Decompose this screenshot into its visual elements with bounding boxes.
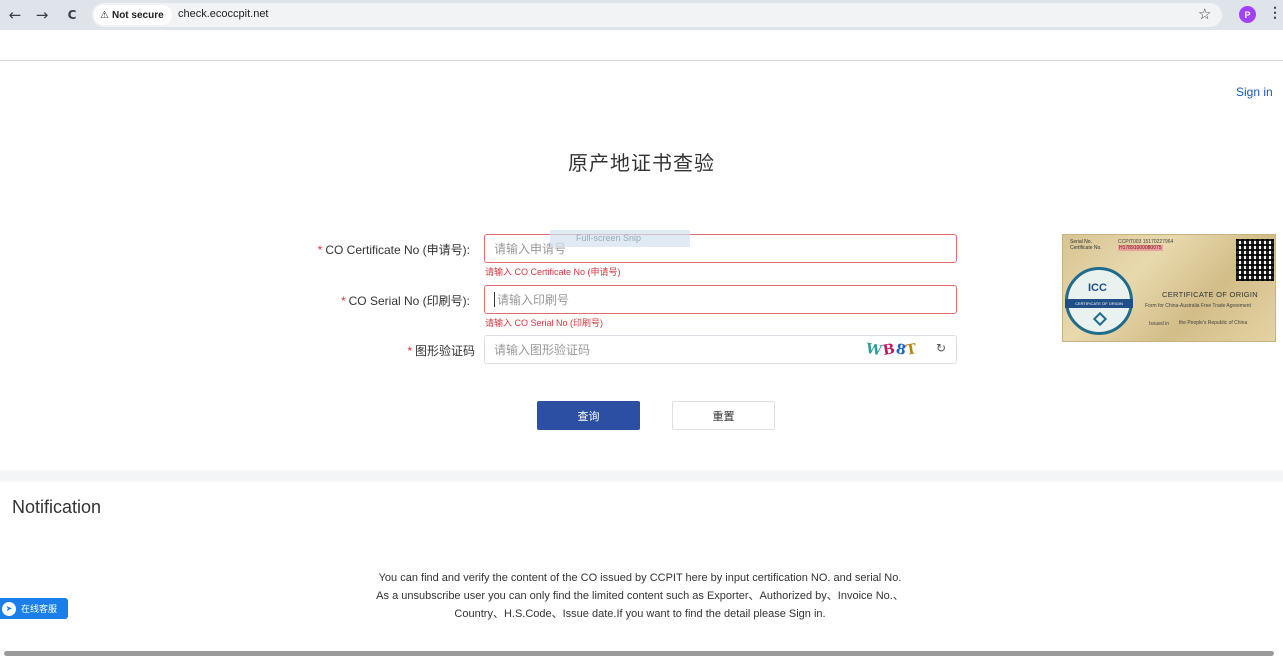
notification-line: You can find and verify the content of t…: [378, 572, 902, 584]
icc-seal: ICC CERTIFICATE OF ORIGIN: [1065, 267, 1133, 335]
url-text[interactable]: check.ecoccpit.net: [178, 8, 269, 20]
page-title: 原产地证书查验: [568, 153, 715, 175]
serial-no-label: * CO Serial No (印刷号):: [270, 292, 470, 309]
cert-labels: Serial No. Certificate No.: [1070, 239, 1102, 251]
security-label: Not secure: [111, 9, 164, 21]
warning-icon: ⚠: [100, 9, 109, 21]
online-support-button[interactable]: ➤ 在线客服: [0, 598, 68, 619]
browser-menu-icon[interactable]: ⋮: [1268, 4, 1282, 21]
captcha-char: T: [905, 341, 919, 359]
serial-no-label-text: CO Serial No (印刷号):: [348, 294, 470, 308]
profile-avatar[interactable]: P: [1239, 6, 1256, 23]
captcha-label-text: 图形验证码: [414, 344, 475, 358]
sign-in-link[interactable]: Sign in: [1236, 85, 1273, 99]
back-icon[interactable]: ←: [4, 4, 26, 26]
cert-certificate-value: H17891000080075: [1118, 245, 1163, 251]
certificate-sample-image: Serial No. Certificate No. CCPIT003 1517…: [1062, 234, 1276, 342]
certificate-no-label: * CO Certificate No (申请号):: [270, 241, 470, 258]
text-cursor: [494, 292, 495, 307]
required-mark: *: [407, 344, 412, 358]
reload-icon[interactable]: C: [61, 4, 83, 26]
address-bar[interactable]: ⚠ Not secure check.ecoccpit.net: [92, 3, 1222, 27]
header-divider: [0, 60, 1283, 61]
seal-band: CERTIFICATE OF ORIGIN: [1065, 299, 1133, 308]
cert-line: Issued in: [1149, 321, 1170, 327]
cert-line: Form for China-Australia Free Trade Agre…: [1145, 303, 1251, 309]
security-chip[interactable]: ⚠ Not secure: [94, 5, 172, 25]
serial-no-error: 请输入 CO Serial No (印刷号): [485, 318, 604, 328]
notification-line: Country、H.S.Code、Issue date.If you want …: [454, 608, 826, 620]
required-mark: *: [340, 294, 346, 308]
cert-values: CCPIT003 15170227964 H17891000080075: [1118, 239, 1173, 251]
reset-button[interactable]: 重置: [672, 401, 775, 430]
online-support-label: 在线客服: [21, 604, 58, 614]
snip-overlay: Full-screen Snip: [550, 230, 690, 247]
cert-certificate-label: Certificate No.: [1070, 245, 1102, 251]
captcha-label: * 图形验证码: [275, 342, 475, 359]
send-icon: ➤: [2, 601, 16, 616]
captcha-placeholder: 请输入图形验证码: [494, 343, 591, 357]
notification-title: Notification: [12, 497, 102, 517]
notification-text: You can find and verify the content of t…: [300, 569, 980, 623]
seal-text: ICC: [1088, 282, 1107, 294]
notification-line: As a unsubscribe user you can only find …: [376, 590, 904, 602]
bookmark-star-icon[interactable]: ☆: [1198, 5, 1211, 23]
seal-diamond-icon: [1092, 311, 1108, 327]
required-mark: *: [317, 243, 323, 257]
forward-icon[interactable]: →: [31, 4, 53, 26]
query-button[interactable]: 查询: [537, 401, 640, 430]
refresh-captcha-icon[interactable]: ↻: [936, 341, 946, 355]
horizontal-scrollbar[interactable]: [4, 651, 1274, 656]
section-divider: [0, 470, 1283, 482]
cert-line: the People's Republic of China: [1179, 320, 1248, 326]
cert-title: CERTIFICATE OF ORIGIN: [1162, 290, 1259, 299]
browser-toolbar: ← → C ⚠ Not secure check.ecoccpit.net ☆ …: [0, 0, 1283, 30]
serial-no-input[interactable]: 请输入印刷号: [484, 285, 957, 314]
certificate-no-label-text: CO Certificate No (申请号):: [325, 243, 470, 257]
qr-code-icon: [1236, 239, 1274, 281]
serial-no-placeholder: 请输入印刷号: [497, 293, 570, 307]
captcha-image[interactable]: W B 8 T: [864, 340, 932, 360]
certificate-no-error: 请输入 CO Certificate No (申请号): [485, 267, 621, 277]
captcha-char: W: [864, 340, 884, 360]
